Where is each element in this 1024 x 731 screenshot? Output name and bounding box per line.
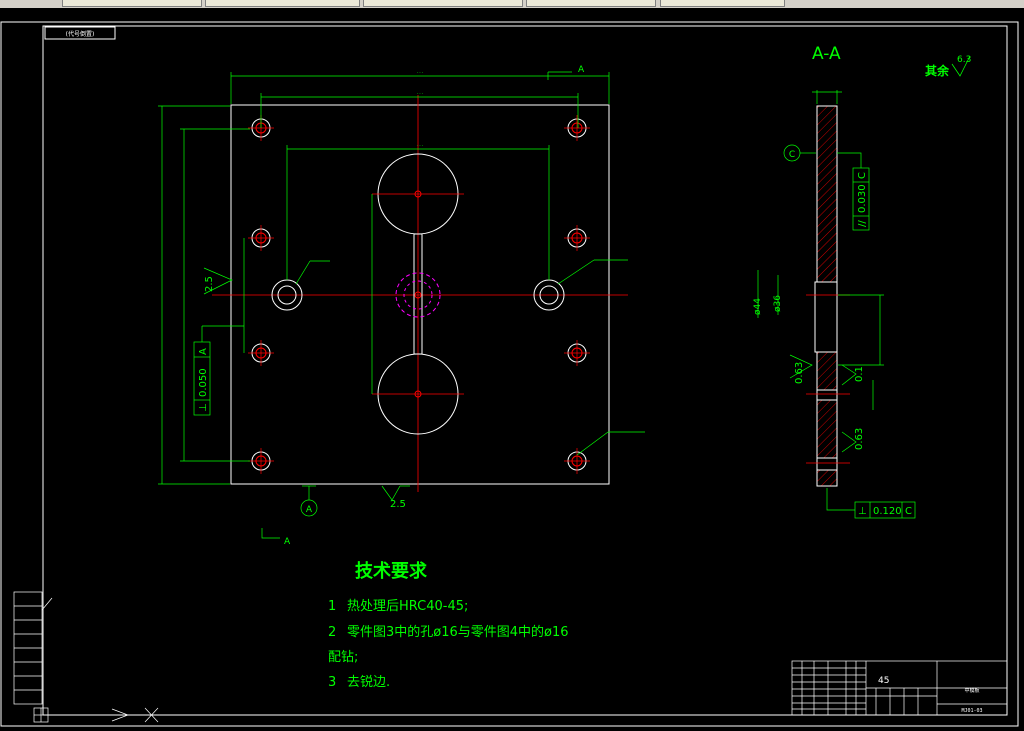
plate-front-view xyxy=(212,95,628,492)
screw-hole xyxy=(248,448,274,474)
toolbar-tab[interactable] xyxy=(526,0,656,7)
cut-label-bottom: A xyxy=(284,537,291,547)
title-stamp-text: (代号倒置) xyxy=(66,30,95,38)
left-revision-table xyxy=(13,591,159,723)
cut-label-top: A xyxy=(578,65,585,75)
application-toolbar-strip xyxy=(0,0,1024,8)
datum-a-label: A xyxy=(306,505,313,515)
plate-outline xyxy=(230,104,610,485)
parallelism-value: 0.030 xyxy=(857,184,868,213)
svg-text:---: --- xyxy=(416,91,423,96)
tech-req-heading: 技术要求 xyxy=(355,560,428,582)
screw-hole xyxy=(564,225,590,251)
screw-hole xyxy=(248,340,274,366)
tolerance-frame-section-top: // 0.030 C xyxy=(857,172,868,227)
svg-text:---: --- xyxy=(416,143,423,148)
roughness-left: 2.5 xyxy=(204,276,215,292)
cad-drawing-canvas[interactable]: (代号倒置) --- --- --- A A A 2.5 2.5 ⊥ 0.050… xyxy=(0,8,1024,731)
svg-text:---: --- xyxy=(416,70,423,75)
screw-hole xyxy=(248,225,274,251)
roughness-other-value: 6.3 xyxy=(957,55,971,65)
screw-hole xyxy=(564,340,590,366)
section-roughness-right-top: 0.1 xyxy=(854,366,865,382)
tech-req-num-1: 1 xyxy=(328,599,336,614)
technical-requirements: 技术要求 1 热处理后HRC40-45; 2 零件图3中的孔ø16与零件图4中的… xyxy=(328,560,569,690)
toolbar-tab[interactable] xyxy=(660,0,785,7)
toolbar-tab[interactable] xyxy=(363,0,523,7)
section-roughness-right-bottom: 0.63 xyxy=(854,428,865,450)
toolbar-tab[interactable] xyxy=(62,0,202,7)
datum-c-label: C xyxy=(789,150,795,160)
section-title: A-A xyxy=(812,44,841,64)
screw-hole xyxy=(564,115,590,141)
roughness-bottom: 2.5 xyxy=(390,499,406,510)
tech-req-text-3: 去锐边. xyxy=(347,675,390,690)
tolerance-left-symbol: ⊥ xyxy=(198,403,209,412)
tech-req-num-3: 3 xyxy=(328,675,336,690)
section-view xyxy=(806,105,850,487)
parallelism-symbol: // xyxy=(857,220,868,227)
title-block-material: 45 xyxy=(878,676,889,686)
tech-req-text-2b: 配钻; xyxy=(328,650,358,665)
tech-req-text-1: 热处理后HRC40-45; xyxy=(347,599,468,614)
tolerance-frame-section-bottom: ⊥ 0.120 C xyxy=(858,506,912,517)
tech-req-num-2: 2 xyxy=(328,625,336,640)
parallelism-datum: C xyxy=(857,172,868,179)
title-stamp-box: (代号倒置) xyxy=(44,26,116,40)
tolerance-left-value: 0.050 xyxy=(198,368,209,397)
section-roughness-left: 0.63 xyxy=(794,362,805,384)
title-block-drawing-no: MJ01-03 xyxy=(961,708,982,714)
tech-req-text-2: 零件图3中的孔ø16与零件图4中的ø16 xyxy=(347,624,569,640)
screw-holes-group xyxy=(248,115,590,474)
perp-section-datum: C xyxy=(905,506,912,517)
screw-hole xyxy=(564,448,590,474)
title-block-part-name: 中模板 xyxy=(964,687,979,694)
tolerance-left-datum: A xyxy=(198,348,209,355)
tolerance-frame-left: ⊥ 0.050 A xyxy=(198,348,209,412)
perp-section-value: 0.120 xyxy=(873,506,902,517)
perp-section-symbol: ⊥ xyxy=(858,506,867,517)
bore-44-label: ø44 xyxy=(753,298,763,315)
roughness-other: 其余 6.3 xyxy=(925,55,971,78)
outer-border xyxy=(0,21,1019,727)
toolbar-tab[interactable] xyxy=(205,0,360,7)
roughness-other-label: 其余 xyxy=(925,63,950,78)
bore-36-label: ø36 xyxy=(773,295,783,312)
